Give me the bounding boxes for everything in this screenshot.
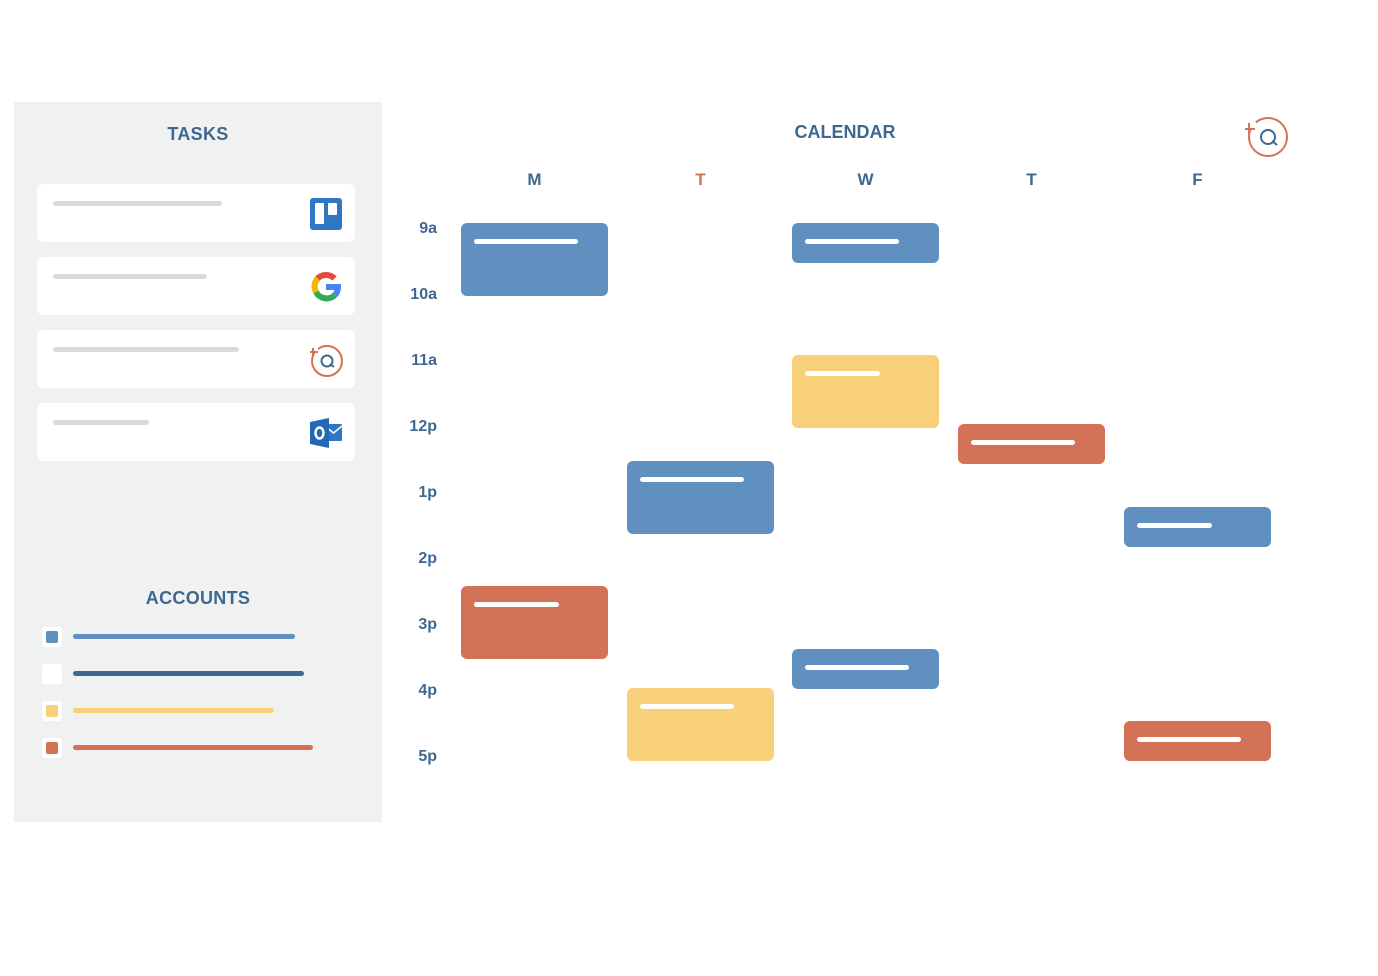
task-text-line	[53, 201, 222, 206]
event-title-line	[805, 371, 880, 376]
calendar-title: CALENDAR	[794, 122, 896, 142]
account-swatch[interactable]	[42, 701, 62, 721]
event-title-line	[474, 602, 559, 607]
google-icon	[311, 271, 342, 302]
tasks-title: TASKS	[167, 124, 229, 144]
day-label: T	[1026, 170, 1037, 189]
time-label: 5p	[418, 748, 437, 765]
timely-logo-icon[interactable]	[1244, 116, 1290, 158]
day-label: M	[527, 170, 542, 189]
trello-icon	[310, 198, 342, 230]
outlook-icon	[310, 418, 343, 448]
accounts-title: ACCOUNTS	[145, 588, 251, 608]
day-label: T	[695, 170, 706, 189]
task-card-google[interactable]	[37, 257, 355, 315]
time-label: 9a	[419, 220, 437, 237]
calendar-event[interactable]	[792, 223, 939, 263]
event-title-line	[1137, 737, 1241, 742]
calendar-event[interactable]	[461, 586, 608, 659]
task-text-line	[53, 420, 149, 425]
calendar-event[interactable]	[958, 424, 1105, 464]
calendar-event[interactable]	[792, 649, 939, 689]
time-label: 3p	[418, 616, 437, 633]
time-label: 2p	[418, 550, 437, 567]
calendar-event[interactable]	[792, 355, 939, 428]
calendar-event[interactable]	[461, 223, 608, 296]
timely-icon	[309, 345, 343, 377]
time-label: 11a	[411, 352, 437, 369]
event-title-line	[640, 477, 744, 482]
task-card-outlook[interactable]	[37, 403, 355, 461]
day-label: W	[857, 170, 874, 189]
time-label: 10a	[410, 286, 437, 303]
account-swatch[interactable]	[42, 664, 62, 684]
account-row[interactable]	[42, 627, 342, 649]
event-title-line	[640, 704, 734, 709]
event-title-line	[805, 665, 909, 670]
account-name-line	[73, 745, 313, 750]
event-title-line	[474, 239, 578, 244]
account-name-line	[73, 708, 274, 713]
calendar-event[interactable]	[627, 461, 774, 534]
time-label: 4p	[418, 682, 437, 699]
account-name-line	[73, 634, 295, 639]
task-text-line	[53, 274, 207, 279]
event-title-line	[971, 440, 1075, 445]
account-name-line	[73, 671, 304, 676]
task-card-timely[interactable]	[37, 330, 355, 388]
time-label: 1p	[418, 484, 437, 501]
calendar-event[interactable]	[1124, 507, 1271, 547]
calendar-event[interactable]	[1124, 721, 1271, 761]
account-row[interactable]	[42, 664, 342, 686]
task-text-line	[53, 347, 239, 352]
calendar-event[interactable]	[627, 688, 774, 761]
event-title-line	[805, 239, 899, 244]
event-title-line	[1137, 523, 1212, 528]
task-card-trello[interactable]	[37, 184, 355, 242]
account-swatch[interactable]	[42, 738, 62, 758]
sidebar-panel: TASKS ACCOUNTS	[14, 102, 382, 822]
day-label: F	[1192, 170, 1203, 189]
account-swatch[interactable]	[42, 627, 62, 647]
account-row[interactable]	[42, 701, 342, 723]
account-row[interactable]	[42, 738, 342, 760]
time-label: 12p	[409, 418, 437, 435]
